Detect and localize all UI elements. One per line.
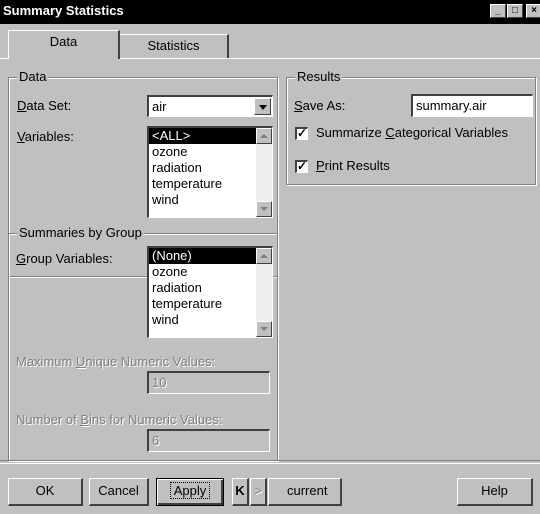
results-group-title: Results: [295, 69, 343, 84]
print-results-checkbox[interactable]: ✓: [295, 160, 308, 173]
current-page-indicator: current: [268, 478, 342, 506]
list-item[interactable]: ozone: [149, 144, 272, 160]
summaries-by-group: Summaries by Group Group Variables: (Non…: [8, 226, 278, 461]
scroll-up-button[interactable]: [256, 248, 272, 264]
dataset-label: Data Set:: [17, 98, 72, 113]
current-label: current: [287, 483, 328, 498]
list-item[interactable]: wind: [149, 312, 272, 328]
window-title: Summary Statistics: [3, 3, 124, 18]
arrow-down-icon: [260, 207, 268, 211]
minimize-icon[interactable]: _: [490, 4, 506, 18]
cancel-label: Cancel: [98, 483, 139, 498]
help-button[interactable]: Help: [457, 478, 533, 506]
list-item[interactable]: wind: [149, 192, 272, 208]
summaries-group-title: Summaries by Group: [17, 225, 144, 240]
tab-statistics[interactable]: Statistics: [119, 34, 229, 59]
arrow-up-icon: [260, 134, 268, 138]
group-variables-label: Group Variables:: [16, 251, 113, 266]
num-bins-value: 6: [152, 433, 160, 448]
arrow-down-icon: [260, 327, 268, 331]
first-page-button[interactable]: K: [232, 478, 249, 506]
group-variables-list: (None) ozone radiation temperature wind: [149, 248, 272, 328]
chevron-down-icon: [259, 105, 267, 110]
list-item[interactable]: ozone: [149, 264, 272, 280]
dataset-dropdown-button[interactable]: [254, 98, 271, 115]
ok-label: OK: [35, 483, 55, 498]
dataset-combo[interactable]: air: [147, 95, 273, 117]
list-item[interactable]: radiation: [149, 280, 272, 296]
list-item[interactable]: temperature: [149, 296, 272, 312]
print-results-label[interactable]: Print Results: [316, 158, 390, 174]
checkmark-icon: ✓: [297, 126, 308, 140]
variables-label: Variables:: [17, 129, 74, 144]
cancel-button[interactable]: Cancel: [89, 478, 149, 506]
max-unique-input[interactable]: 10: [147, 371, 270, 394]
help-label: Help: [481, 483, 508, 498]
list-item[interactable]: (None): [149, 248, 272, 264]
arrow-up-icon: [260, 254, 268, 258]
save-as-input[interactable]: summary.air: [411, 94, 533, 117]
scroll-down-button[interactable]: [256, 201, 272, 217]
data-group-title: Data: [17, 69, 49, 84]
scroll-up-button[interactable]: [256, 128, 272, 144]
summary-statistics-dialog: Summary Statistics _ □ × Data Statistics…: [0, 0, 540, 514]
max-unique-label: Maximum Unique Numeric Values:: [16, 354, 216, 369]
group-variables-listbox[interactable]: (None) ozone radiation temperature wind: [147, 246, 273, 338]
summarize-categorical-checkbox[interactable]: ✓: [295, 127, 308, 140]
variables-listbox[interactable]: <ALL> ozone radiation temperature wind: [147, 126, 273, 218]
close-icon[interactable]: ×: [526, 4, 540, 18]
variables-scrollbar[interactable]: [256, 128, 272, 217]
tab-page-data: Data Data Set: air Variables: <ALL> ozone…: [0, 58, 540, 461]
footer-divider: [0, 460, 540, 464]
checkmark-icon: ✓: [297, 159, 308, 173]
title-bar: Summary Statistics _ □ ×: [0, 0, 540, 24]
apply-button[interactable]: Apply: [156, 478, 224, 506]
maximize-icon[interactable]: □: [507, 4, 523, 18]
group-variables-scrollbar[interactable]: [256, 248, 272, 337]
tab-statistics-label: Statistics: [147, 38, 200, 53]
save-as-value: summary.air: [416, 98, 487, 113]
results-group: Results Save As: summary.air ✓ Summarize…: [286, 70, 536, 185]
summarize-categorical-label[interactable]: Summarize Categorical Variables: [316, 125, 508, 141]
tab-strip: Data Statistics: [0, 24, 540, 59]
list-item[interactable]: <ALL>: [149, 128, 272, 144]
dataset-value: air: [152, 99, 167, 114]
ok-button[interactable]: OK: [8, 478, 83, 506]
first-page-icon: K: [235, 483, 245, 498]
scroll-down-button[interactable]: [256, 321, 272, 337]
next-page-button[interactable]: >: [250, 478, 267, 506]
tab-data[interactable]: Data: [8, 30, 120, 59]
num-bins-input[interactable]: 6: [147, 429, 270, 452]
list-item[interactable]: radiation: [149, 160, 272, 176]
max-unique-value: 10: [152, 375, 167, 390]
num-bins-label: Number of Bins for Numeric Values:: [16, 412, 223, 427]
list-item[interactable]: temperature: [149, 176, 272, 192]
next-page-icon: >: [254, 483, 262, 498]
variables-list: <ALL> ozone radiation temperature wind: [149, 128, 272, 208]
tab-data-label: Data: [49, 34, 78, 49]
apply-label: Apply: [169, 482, 211, 499]
save-as-label: Save As:: [294, 98, 346, 113]
